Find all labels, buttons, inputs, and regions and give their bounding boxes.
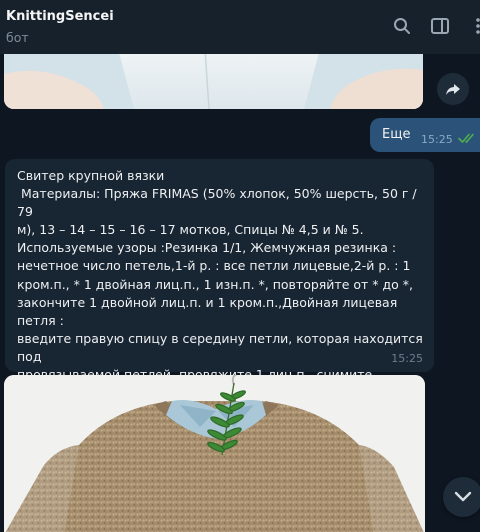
share-arrow-icon xyxy=(446,84,460,95)
forward-button[interactable] xyxy=(437,73,469,105)
search-icon[interactable] xyxy=(392,16,412,36)
double-check-icon xyxy=(458,133,474,143)
outgoing-message[interactable]: Еще 15:25 xyxy=(370,118,480,152)
sidebar-toggle-icon[interactable] xyxy=(430,16,450,36)
chat-header[interactable]: KnittingSencei бот xyxy=(0,0,480,54)
message-list[interactable]: Еще 15:25 Свитер крупной вязки Материалы… xyxy=(0,54,480,532)
more-vertical-icon[interactable] xyxy=(468,16,480,36)
chat-title[interactable]: KnittingSencei xyxy=(6,9,114,24)
chat-subtitle: бот xyxy=(6,30,29,45)
message-photo-previous[interactable] xyxy=(4,54,423,109)
chevron-down-icon xyxy=(454,491,472,502)
outgoing-message-text: Еще xyxy=(382,127,411,142)
incoming-message-time: 15:25 xyxy=(391,352,423,365)
outgoing-message-time: 15:25 xyxy=(421,133,453,146)
message-photo-sweater[interactable] xyxy=(4,375,425,532)
scroll-to-bottom-button[interactable] xyxy=(443,477,480,517)
incoming-message[interactable]: Свитер крупной вязки Материалы: Пряжа FR… xyxy=(5,159,434,418)
